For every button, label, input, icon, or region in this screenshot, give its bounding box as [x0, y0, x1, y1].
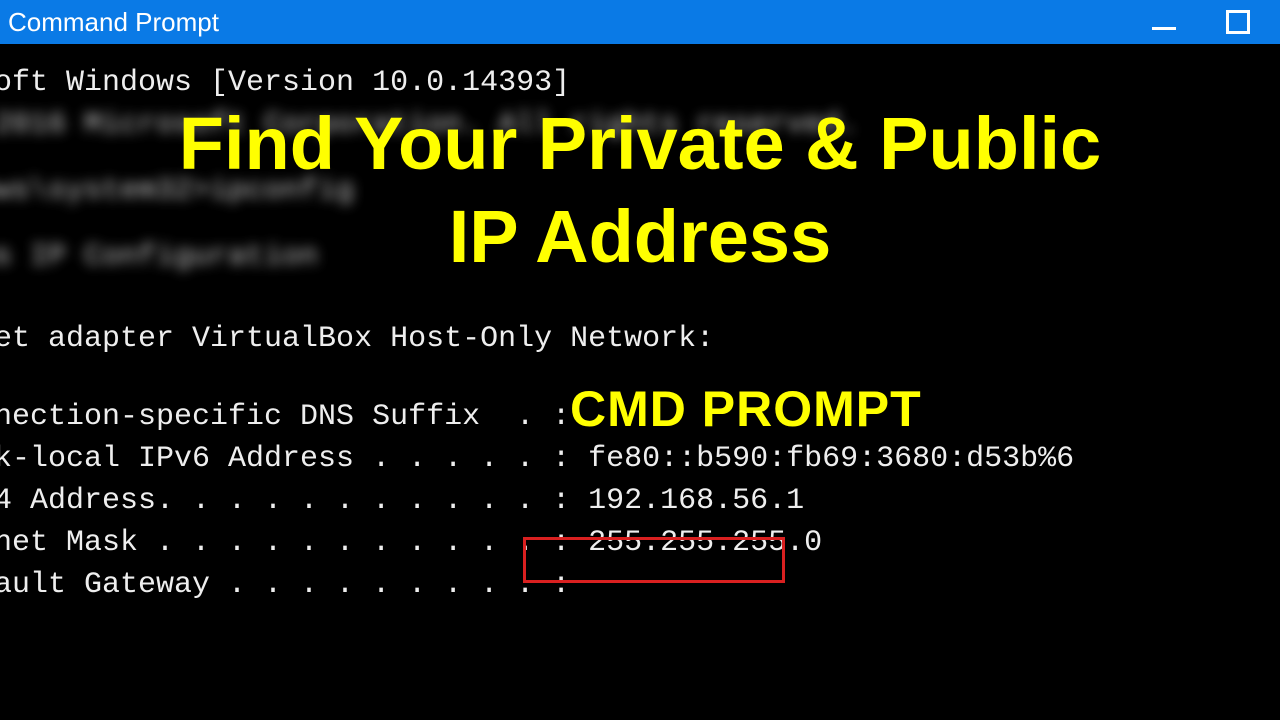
overlay-sub-label: CMD PROMPT: [570, 380, 922, 438]
adapter-header: rnet adapter VirtualBox Host-Only Networ…: [0, 318, 1238, 360]
ipv4-highlight-box: [523, 537, 785, 583]
ipv6-line: ink-local IPv6 Address . . . . . : fe80:…: [0, 438, 1238, 480]
ipv4-line: Pv4 Address. . . . . . . . . . . : 192.1…: [0, 480, 1238, 522]
maximize-icon[interactable]: [1226, 10, 1250, 34]
window-titlebar: Command Prompt: [0, 0, 1280, 44]
window-controls: [1152, 10, 1280, 34]
overlay-main-title: Find Your Private & Public IP Address: [0, 98, 1280, 283]
minimize-icon[interactable]: [1152, 27, 1176, 30]
window-title: Command Prompt: [8, 7, 219, 38]
